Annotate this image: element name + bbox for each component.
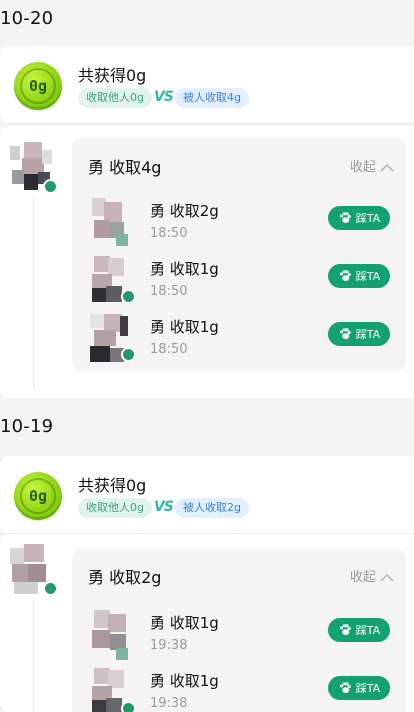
energy-record-page: 10-20 0g 共获得0g 收取他人0g VS 被人收取4g 勇 收取4g 收… — [0, 0, 414, 712]
collected-by-others-pill: 被人收取4g — [175, 88, 249, 108]
divider — [0, 123, 414, 124]
step-on-button[interactable]: 踩TA — [328, 618, 390, 642]
day-feed-card: 勇 收取2g 收起 勇 收取1g 19:38 踩TA 勇 收取1g 19:38 … — [0, 534, 414, 712]
chevron-up-icon — [380, 163, 394, 172]
timeline-line — [33, 600, 34, 712]
avatar[interactable] — [90, 610, 134, 660]
leaf-badge-icon — [121, 289, 136, 304]
record-title: 勇 收取2g — [150, 202, 219, 220]
step-on-label: 踩TA — [355, 270, 381, 283]
leaf-badge-icon — [121, 347, 136, 362]
paw-icon — [339, 328, 351, 339]
leaf-badge-icon — [43, 581, 58, 596]
record-time: 19:38 — [150, 696, 188, 711]
collapse-label: 收起 — [349, 160, 376, 175]
collapse-toggle[interactable]: 收起 — [350, 156, 394, 175]
record-time: 19:38 — [150, 638, 188, 653]
collapse-label: 收起 — [349, 570, 376, 585]
record-title: 勇 收取1g — [150, 672, 219, 690]
step-on-button[interactable]: 踩TA — [328, 676, 390, 700]
list-item: 勇 收取2g 18:50 踩TA — [72, 196, 406, 252]
record-title: 勇 收取1g — [150, 614, 219, 632]
day-summary-card: 0g 共获得0g 收取他人0g VS 被人收取4g — [0, 46, 414, 124]
step-on-button[interactable]: 踩TA — [328, 322, 390, 346]
record-time: 18:50 — [150, 342, 188, 357]
vs-label: VS — [154, 499, 174, 515]
record-title: 勇 收取1g — [150, 318, 219, 336]
paw-icon — [339, 212, 351, 223]
vs-label: VS — [154, 89, 174, 105]
energy-coin-icon: 0g — [14, 62, 62, 110]
avatar[interactable] — [90, 198, 134, 248]
avatar[interactable] — [90, 256, 136, 306]
group-title: 勇 收取4g — [88, 158, 162, 177]
record-title: 勇 收取1g — [150, 260, 219, 278]
step-on-label: 踩TA — [355, 212, 381, 225]
step-on-button[interactable]: 踩TA — [328, 264, 390, 288]
paw-icon — [339, 624, 351, 635]
paw-icon — [339, 270, 351, 281]
collect-group-panel: 勇 收取4g 收起 勇 收取2g 18:50 踩TA 勇 收取1g 18:50 … — [72, 138, 406, 372]
avatar[interactable] — [10, 140, 58, 194]
step-on-label: 踩TA — [355, 682, 381, 695]
list-item: 勇 收取1g 18:50 踩TA — [72, 254, 406, 310]
energy-coin-icon: 0g — [14, 472, 62, 520]
record-time: 18:50 — [150, 226, 188, 241]
coin-value: 0g — [20, 68, 56, 104]
record-time: 18:50 — [150, 284, 188, 299]
collected-by-others-pill: 被人收取2g — [175, 498, 249, 518]
paw-icon — [339, 682, 351, 693]
day-feed-card: 勇 收取4g 收起 勇 收取2g 18:50 踩TA 勇 收取1g 18:50 … — [0, 126, 414, 398]
date-label: 10-19 — [0, 416, 54, 437]
coin-value: 0g — [20, 478, 56, 514]
total-gained: 共获得0g — [78, 66, 147, 85]
group-title: 勇 收取2g — [88, 568, 162, 587]
timeline-line — [33, 198, 34, 388]
collected-others-pill: 收取他人0g — [78, 88, 152, 108]
list-item: 勇 收取1g 19:38 踩TA — [72, 666, 406, 712]
collected-others-pill: 收取他人0g — [78, 498, 152, 518]
list-item: 勇 收取1g 19:38 踩TA — [72, 608, 406, 664]
list-item: 勇 收取1g 18:50 踩TA — [72, 312, 406, 368]
step-on-label: 踩TA — [355, 624, 381, 637]
leaf-badge-icon — [121, 701, 136, 712]
avatar[interactable] — [10, 544, 58, 598]
collect-group-panel: 勇 收取2g 收起 勇 收取1g 19:38 踩TA 勇 收取1g 19:38 … — [72, 548, 406, 712]
step-on-label: 踩TA — [355, 328, 381, 341]
total-gained: 共获得0g — [78, 476, 147, 495]
step-on-button[interactable]: 踩TA — [328, 206, 390, 230]
date-label: 10-20 — [0, 8, 54, 29]
leaf-badge-icon — [43, 179, 58, 194]
day-summary-card: 0g 共获得0g 收取他人0g VS 被人收取2g — [0, 456, 414, 534]
avatar[interactable] — [90, 668, 136, 712]
avatar[interactable] — [90, 314, 136, 364]
chevron-up-icon — [380, 573, 394, 582]
collapse-toggle[interactable]: 收起 — [350, 566, 394, 585]
